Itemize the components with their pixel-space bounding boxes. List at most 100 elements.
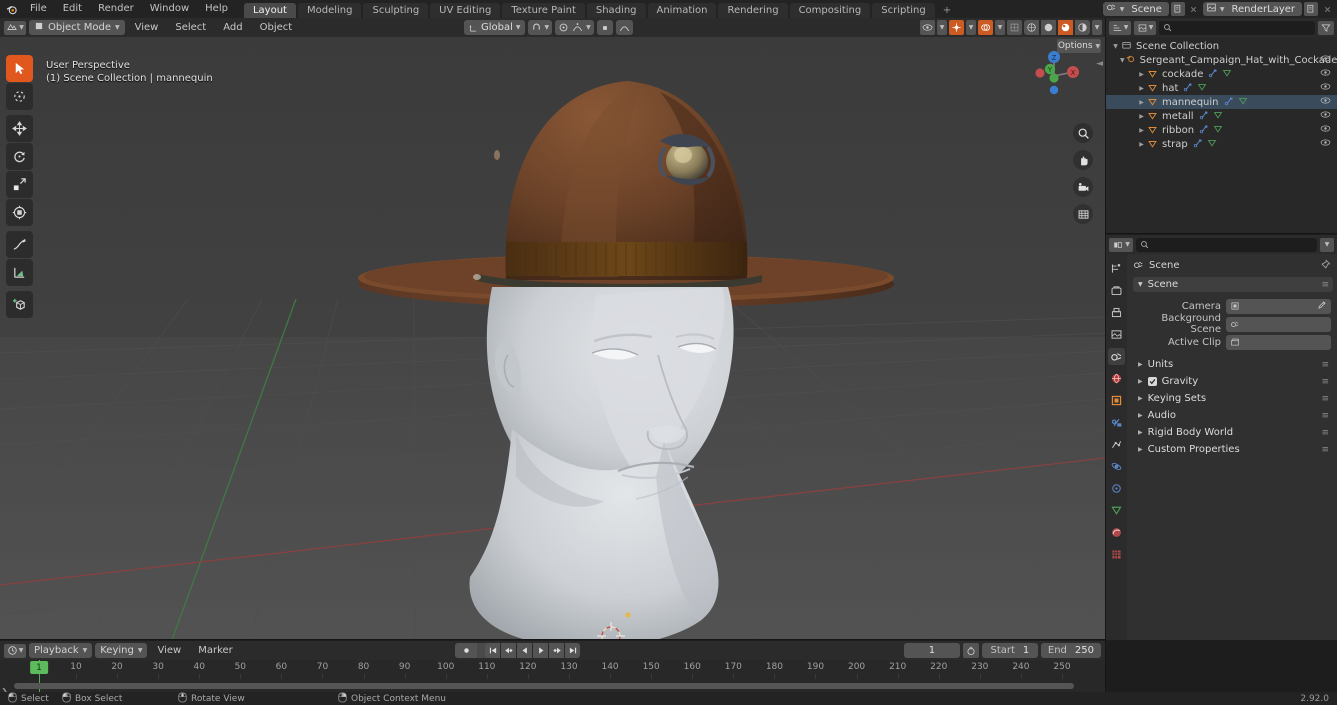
view-layer-selector[interactable]: ▼ RenderLayer xyxy=(1202,2,1302,16)
visibility-eye-icon[interactable] xyxy=(1320,68,1331,80)
viewport-canvas[interactable]: User Perspective (1) Scene Collection | … xyxy=(0,37,1105,640)
rotate-tool[interactable] xyxy=(6,143,33,170)
add-cube-tool[interactable] xyxy=(6,291,33,318)
jump-to-end-icon[interactable] xyxy=(565,643,580,658)
disclosure-triangle-icon[interactable]: ▶ xyxy=(1136,99,1147,106)
proportional-falloff-curve-button[interactable] xyxy=(615,20,633,35)
view-layer-tab[interactable] xyxy=(1108,326,1125,343)
disclosure-triangle-icon[interactable]: ▶ xyxy=(1138,446,1143,453)
world-tab[interactable] xyxy=(1108,370,1125,387)
viewport-menu-add[interactable]: Add xyxy=(216,20,249,35)
constraints-tab[interactable] xyxy=(1108,480,1125,497)
disclosure-triangle-icon[interactable]: ▶ xyxy=(1138,378,1143,385)
modifier-icon[interactable] xyxy=(1199,124,1209,137)
tab-layout[interactable]: Layout xyxy=(243,3,296,18)
gizmo-toggle[interactable] xyxy=(949,20,964,35)
viewport-menu-object[interactable]: Object xyxy=(253,20,300,35)
menu-file[interactable]: File xyxy=(22,0,55,18)
start-frame-field[interactable]: Start 1 xyxy=(981,643,1038,658)
mesh-data-icon[interactable] xyxy=(1207,138,1217,151)
outliner-filter-button[interactable] xyxy=(1318,20,1334,35)
menu-window[interactable]: Window xyxy=(142,0,197,18)
shading-wireframe-button[interactable] xyxy=(1024,20,1039,35)
timeline-ruler[interactable]: ❯ 10203040506070809010011012013014015016… xyxy=(0,660,1105,698)
collapsed-panel-header[interactable]: ▶ Custom Properties ≡ xyxy=(1133,442,1333,457)
disclosure-triangle-icon[interactable]: ▶ xyxy=(1138,429,1143,436)
tab-uv-editing[interactable]: UV Editing xyxy=(430,3,501,18)
camera-field[interactable] xyxy=(1226,298,1331,314)
outliner-editor-type-button[interactable]: ▼ xyxy=(1109,20,1131,35)
render-tab[interactable] xyxy=(1108,282,1125,299)
eyedropper-icon[interactable] xyxy=(1317,300,1327,313)
previous-keyframe-icon[interactable] xyxy=(501,643,516,658)
disclosure-triangle-icon[interactable]: ▶ xyxy=(1136,113,1147,120)
timeline-editor-type-button[interactable]: ▼ xyxy=(4,643,26,658)
menu-help[interactable]: Help xyxy=(197,0,236,18)
visibility-eye-icon[interactable] xyxy=(1320,110,1331,122)
outliner-row-object[interactable]: ▶ strap xyxy=(1106,137,1337,151)
visibility-eye-icon[interactable] xyxy=(1320,138,1331,150)
tab-modeling[interactable]: Modeling xyxy=(297,3,362,18)
blender-logo-icon[interactable] xyxy=(0,0,22,18)
particles-tab[interactable] xyxy=(1108,436,1125,453)
outliner-row-collection[interactable]: ▼ Sergeant_Campaign_Hat_with_Cockade_Bro xyxy=(1106,53,1337,67)
next-keyframe-icon[interactable] xyxy=(549,643,564,658)
timeline-playhead-label[interactable]: 1 xyxy=(30,661,48,674)
active-clip-field[interactable] xyxy=(1226,334,1331,350)
proportional-falloff-sphere-button[interactable] xyxy=(596,20,613,35)
tool-tab[interactable] xyxy=(1108,260,1125,277)
physics-tab[interactable] xyxy=(1108,458,1125,475)
shading-material-preview-button[interactable] xyxy=(1058,20,1073,35)
outliner-display-mode-button[interactable]: ▼ xyxy=(1134,20,1156,35)
panel-checkbox[interactable] xyxy=(1147,377,1157,386)
move-tool[interactable] xyxy=(6,115,33,142)
keying-menu[interactable]: Keying ▼ xyxy=(95,643,148,658)
modifier-icon[interactable] xyxy=(1208,68,1218,81)
visibility-eye-icon[interactable] xyxy=(1320,124,1331,136)
properties-options-button[interactable]: ▼ xyxy=(1320,237,1334,252)
viewport-menu-select[interactable]: Select xyxy=(168,20,213,35)
viewport-timeline-splitter[interactable] xyxy=(0,639,1105,640)
vertical-splitter[interactable] xyxy=(1105,18,1106,692)
tab-animation[interactable]: Animation xyxy=(647,3,717,18)
tab-scripting[interactable]: Scripting xyxy=(872,3,935,18)
tab-compositing[interactable]: Compositing xyxy=(789,3,871,18)
auto-keying-button[interactable] xyxy=(455,643,477,658)
gizmo-dropdown[interactable]: ▼ xyxy=(966,20,976,35)
collapsed-panel-header[interactable]: ▶ Units ≡ xyxy=(1133,357,1333,372)
measure-tool[interactable] xyxy=(6,259,33,286)
delete-scene-button[interactable] xyxy=(1187,2,1201,16)
transform-orientation-selector[interactable]: Global ▼ xyxy=(464,20,525,35)
xray-toggle[interactable] xyxy=(1007,20,1022,35)
new-scene-button[interactable] xyxy=(1170,2,1185,16)
visibility-eye-icon[interactable] xyxy=(1320,54,1331,66)
shading-solid-button[interactable] xyxy=(1041,20,1056,35)
mesh-data-icon[interactable] xyxy=(1238,96,1248,109)
ortho-grid-icon[interactable] xyxy=(1073,204,1093,224)
menu-render[interactable]: Render xyxy=(90,0,142,18)
tab-shading[interactable]: Shading xyxy=(586,3,646,18)
material-tab[interactable] xyxy=(1108,524,1125,541)
disclosure-triangle-icon[interactable]: ▶ xyxy=(1136,141,1147,148)
sidebar-expand-arrow[interactable]: ◄ xyxy=(1096,59,1103,69)
scene-panel-header[interactable]: ▼ Scene ≡ xyxy=(1133,277,1333,292)
scene-tab[interactable] xyxy=(1108,348,1125,365)
mode-selector[interactable]: Object Mode ▼ xyxy=(29,20,125,35)
current-frame-field[interactable]: 1 xyxy=(903,643,960,658)
jump-to-start-icon[interactable] xyxy=(485,643,500,658)
add-workspace-button[interactable]: + xyxy=(937,3,957,18)
outliner-search-input[interactable] xyxy=(1159,20,1315,35)
editor-type-button[interactable]: ▼ xyxy=(4,20,26,35)
tweak-select-tool[interactable] xyxy=(6,55,33,82)
modifier-icon[interactable] xyxy=(1224,96,1234,109)
end-frame-field[interactable]: End 250 xyxy=(1040,643,1101,658)
mesh-data-icon[interactable] xyxy=(1197,82,1207,95)
viewport-menu-view[interactable]: View xyxy=(128,20,166,35)
viewport-3d[interactable]: ▼ Object Mode ▼ View Select Add Object G… xyxy=(0,18,1105,640)
disclosure-triangle-icon[interactable]: ▶ xyxy=(1138,395,1143,402)
pan-hand-icon[interactable] xyxy=(1073,150,1093,170)
pin-icon[interactable] xyxy=(1320,259,1331,273)
visibility-dropdown[interactable]: ▼ xyxy=(937,20,947,35)
mesh-data-icon[interactable] xyxy=(1213,110,1223,123)
texture-tab[interactable] xyxy=(1108,546,1125,563)
